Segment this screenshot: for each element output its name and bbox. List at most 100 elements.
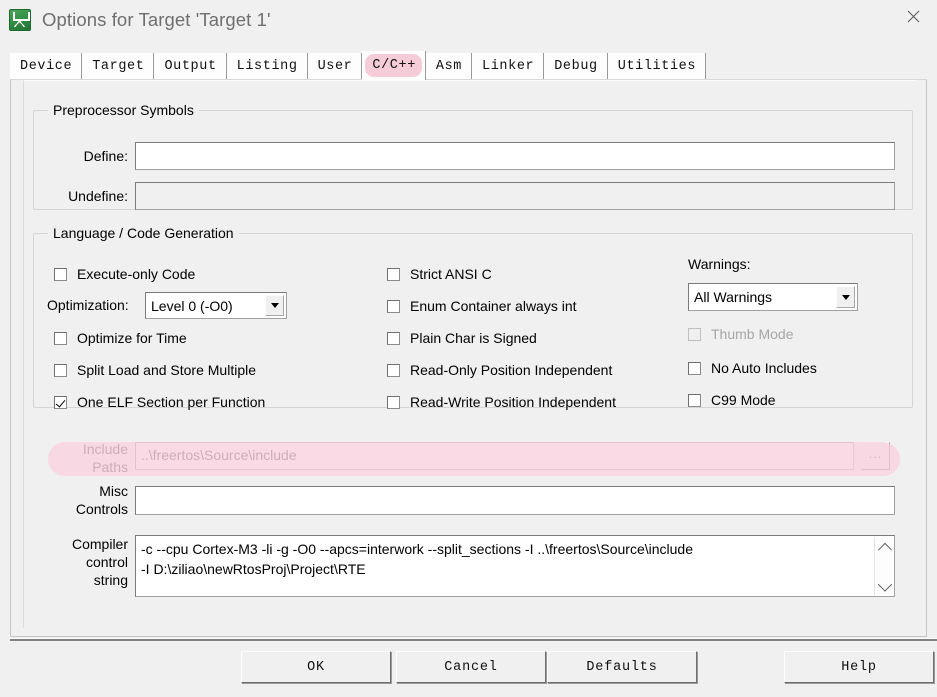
- checkbox-box: [54, 395, 67, 409]
- tab-utilities[interactable]: Utilities: [607, 53, 707, 80]
- checkbox-plain-char-is-signed[interactable]: Plain Char is Signed: [387, 330, 537, 346]
- checkbox-label: Execute-only Code: [77, 266, 196, 282]
- checkbox-box: [54, 363, 67, 377]
- tab-asm[interactable]: Asm: [425, 53, 473, 80]
- tab-label: Debug: [554, 59, 598, 74]
- window-title: Options for Target 'Target 1': [42, 9, 271, 30]
- compiler-label-line3: string: [93, 572, 128, 588]
- dialog-body: Preprocessor Symbols Define: Undefine: L…: [10, 80, 927, 637]
- include-paths-label-line2: Paths: [92, 459, 128, 475]
- optimization-select[interactable]: Level 0 (-O0): [145, 292, 287, 319]
- checkbox-strict-ansi-c[interactable]: Strict ANSI C: [387, 266, 492, 282]
- tab-target[interactable]: Target: [82, 53, 155, 80]
- checkbox-label: Split Load and Store Multiple: [77, 362, 256, 378]
- preprocessor-group-legend: Preprocessor Symbols: [48, 102, 199, 118]
- defaults-button[interactable]: Defaults: [547, 651, 697, 683]
- tab-label: C/C++: [372, 58, 416, 73]
- checkbox-one-elf-section-per-function[interactable]: One ELF Section per Function: [54, 394, 265, 410]
- tab-user[interactable]: User: [307, 53, 363, 80]
- checkbox-enum-container-always-int[interactable]: Enum Container always int: [387, 298, 577, 314]
- undefine-label: Undefine:: [68, 188, 128, 204]
- define-label: Define:: [83, 148, 128, 164]
- compiler-control-string-value: -c --cpu Cortex-M3 -li -g -O0 --apcs=int…: [141, 541, 693, 577]
- tab-linker[interactable]: Linker: [472, 53, 545, 80]
- tab-label: Utilities: [617, 59, 697, 74]
- tab-device[interactable]: Device: [10, 53, 83, 80]
- misc-controls-label: Misc Controls: [43, 482, 128, 518]
- checkbox-label: Read-Write Position Independent: [410, 394, 616, 410]
- include-paths-label: Include Paths: [43, 440, 128, 476]
- tab-label: Output: [164, 59, 217, 74]
- scroll-up-icon[interactable]: [875, 537, 894, 557]
- compiler-control-string-label: Compiler control string: [33, 535, 128, 589]
- tab-label: User: [317, 59, 353, 74]
- ok-button[interactable]: OK: [241, 651, 391, 683]
- tab-label: Linker: [482, 59, 535, 74]
- title-bar: Options for Target 'Target 1': [0, 0, 937, 40]
- include-paths-label-line1: Include: [82, 441, 128, 457]
- checkbox-label: Plain Char is Signed: [410, 330, 537, 346]
- checkbox-c99-mode[interactable]: C99 Mode: [688, 392, 776, 408]
- close-icon[interactable]: [890, 0, 937, 32]
- tab-list: Device Target Output Listing User C/C++ …: [10, 51, 707, 80]
- compiler-control-string-textarea[interactable]: -c --cpu Cortex-M3 -li -g -O0 --apcs=int…: [135, 535, 895, 597]
- checkbox-label: One ELF Section per Function: [77, 394, 266, 410]
- checkbox-label: No Auto Includes: [711, 360, 817, 376]
- tab-listing[interactable]: Listing: [226, 53, 308, 80]
- chevron-down-icon[interactable]: [265, 295, 284, 316]
- checkbox-optimize-for-time[interactable]: Optimize for Time: [54, 330, 187, 346]
- checkbox-label: Enum Container always int: [410, 298, 577, 314]
- warnings-value: All Warnings: [694, 289, 773, 305]
- checkbox-box: [54, 267, 67, 281]
- misc-controls-label-line2: Controls: [75, 501, 128, 517]
- misc-controls-input[interactable]: [135, 486, 895, 515]
- tab-debug[interactable]: Debug: [544, 53, 608, 80]
- cancel-button[interactable]: Cancel: [396, 651, 546, 683]
- compiler-label-line1: Compiler: [71, 536, 128, 552]
- checkbox-read-write-position-independent[interactable]: Read-Write Position Independent: [387, 394, 616, 410]
- checkbox-box: [387, 395, 400, 409]
- tab-label: Asm: [435, 59, 463, 74]
- chevron-down-icon[interactable]: [836, 286, 855, 308]
- checkbox-execute-only-code[interactable]: Execute-only Code: [54, 266, 195, 282]
- checkbox-label: Thumb Mode: [711, 326, 794, 342]
- checkbox-box: [54, 331, 67, 345]
- tab-label: Listing: [236, 59, 298, 74]
- compiler-string-scrollbar[interactable]: [874, 537, 893, 595]
- help-button[interactable]: Help: [784, 651, 934, 683]
- define-input[interactable]: [135, 142, 895, 170]
- checkbox-label: Read-Only Position Independent: [410, 362, 613, 378]
- tab-c-cpp[interactable]: C/C++: [362, 51, 426, 80]
- checkbox-box: [387, 331, 400, 345]
- scroll-down-icon[interactable]: [875, 576, 894, 595]
- checkbox-no-auto-includes[interactable]: No Auto Includes: [688, 360, 817, 376]
- bottom-separator: [10, 638, 937, 641]
- warnings-select[interactable]: All Warnings: [688, 283, 858, 311]
- compiler-label-line2: control: [85, 554, 128, 570]
- include-paths-browse-button[interactable]: ...: [861, 442, 890, 470]
- checkbox-label: C99 Mode: [711, 392, 776, 408]
- checkbox-label: Strict ANSI C: [410, 266, 492, 282]
- tab-strip: Device Target Output Listing User C/C++ …: [0, 40, 937, 80]
- warnings-label: Warnings:: [688, 256, 751, 272]
- checkbox-label: Optimize for Time: [77, 330, 187, 346]
- checkbox-read-only-position-independent[interactable]: Read-Only Position Independent: [387, 362, 612, 378]
- tab-label: Target: [92, 59, 145, 74]
- uvision-logo-icon: [9, 9, 31, 31]
- optimization-label: Optimization:: [47, 297, 129, 313]
- misc-controls-label-line1: Misc: [99, 483, 128, 499]
- checkbox-box: [688, 361, 701, 375]
- tab-output[interactable]: Output: [154, 53, 227, 80]
- checkbox-box: [387, 363, 400, 377]
- checkbox-split-load-store-multiple[interactable]: Split Load and Store Multiple: [54, 362, 256, 378]
- checkbox-box: [387, 267, 400, 281]
- checkbox-box: [387, 299, 400, 313]
- checkbox-box: [688, 327, 701, 341]
- tab-label: Device: [20, 59, 73, 74]
- checkbox-box: [688, 393, 701, 407]
- language-group-legend: Language / Code Generation: [48, 225, 239, 241]
- optimization-value: Level 0 (-O0): [151, 297, 233, 314]
- language-code-generation-group: Language / Code Generation: [33, 225, 913, 408]
- undefine-input[interactable]: [135, 182, 895, 210]
- include-paths-input[interactable]: ..\freertos\Source\include: [135, 442, 854, 470]
